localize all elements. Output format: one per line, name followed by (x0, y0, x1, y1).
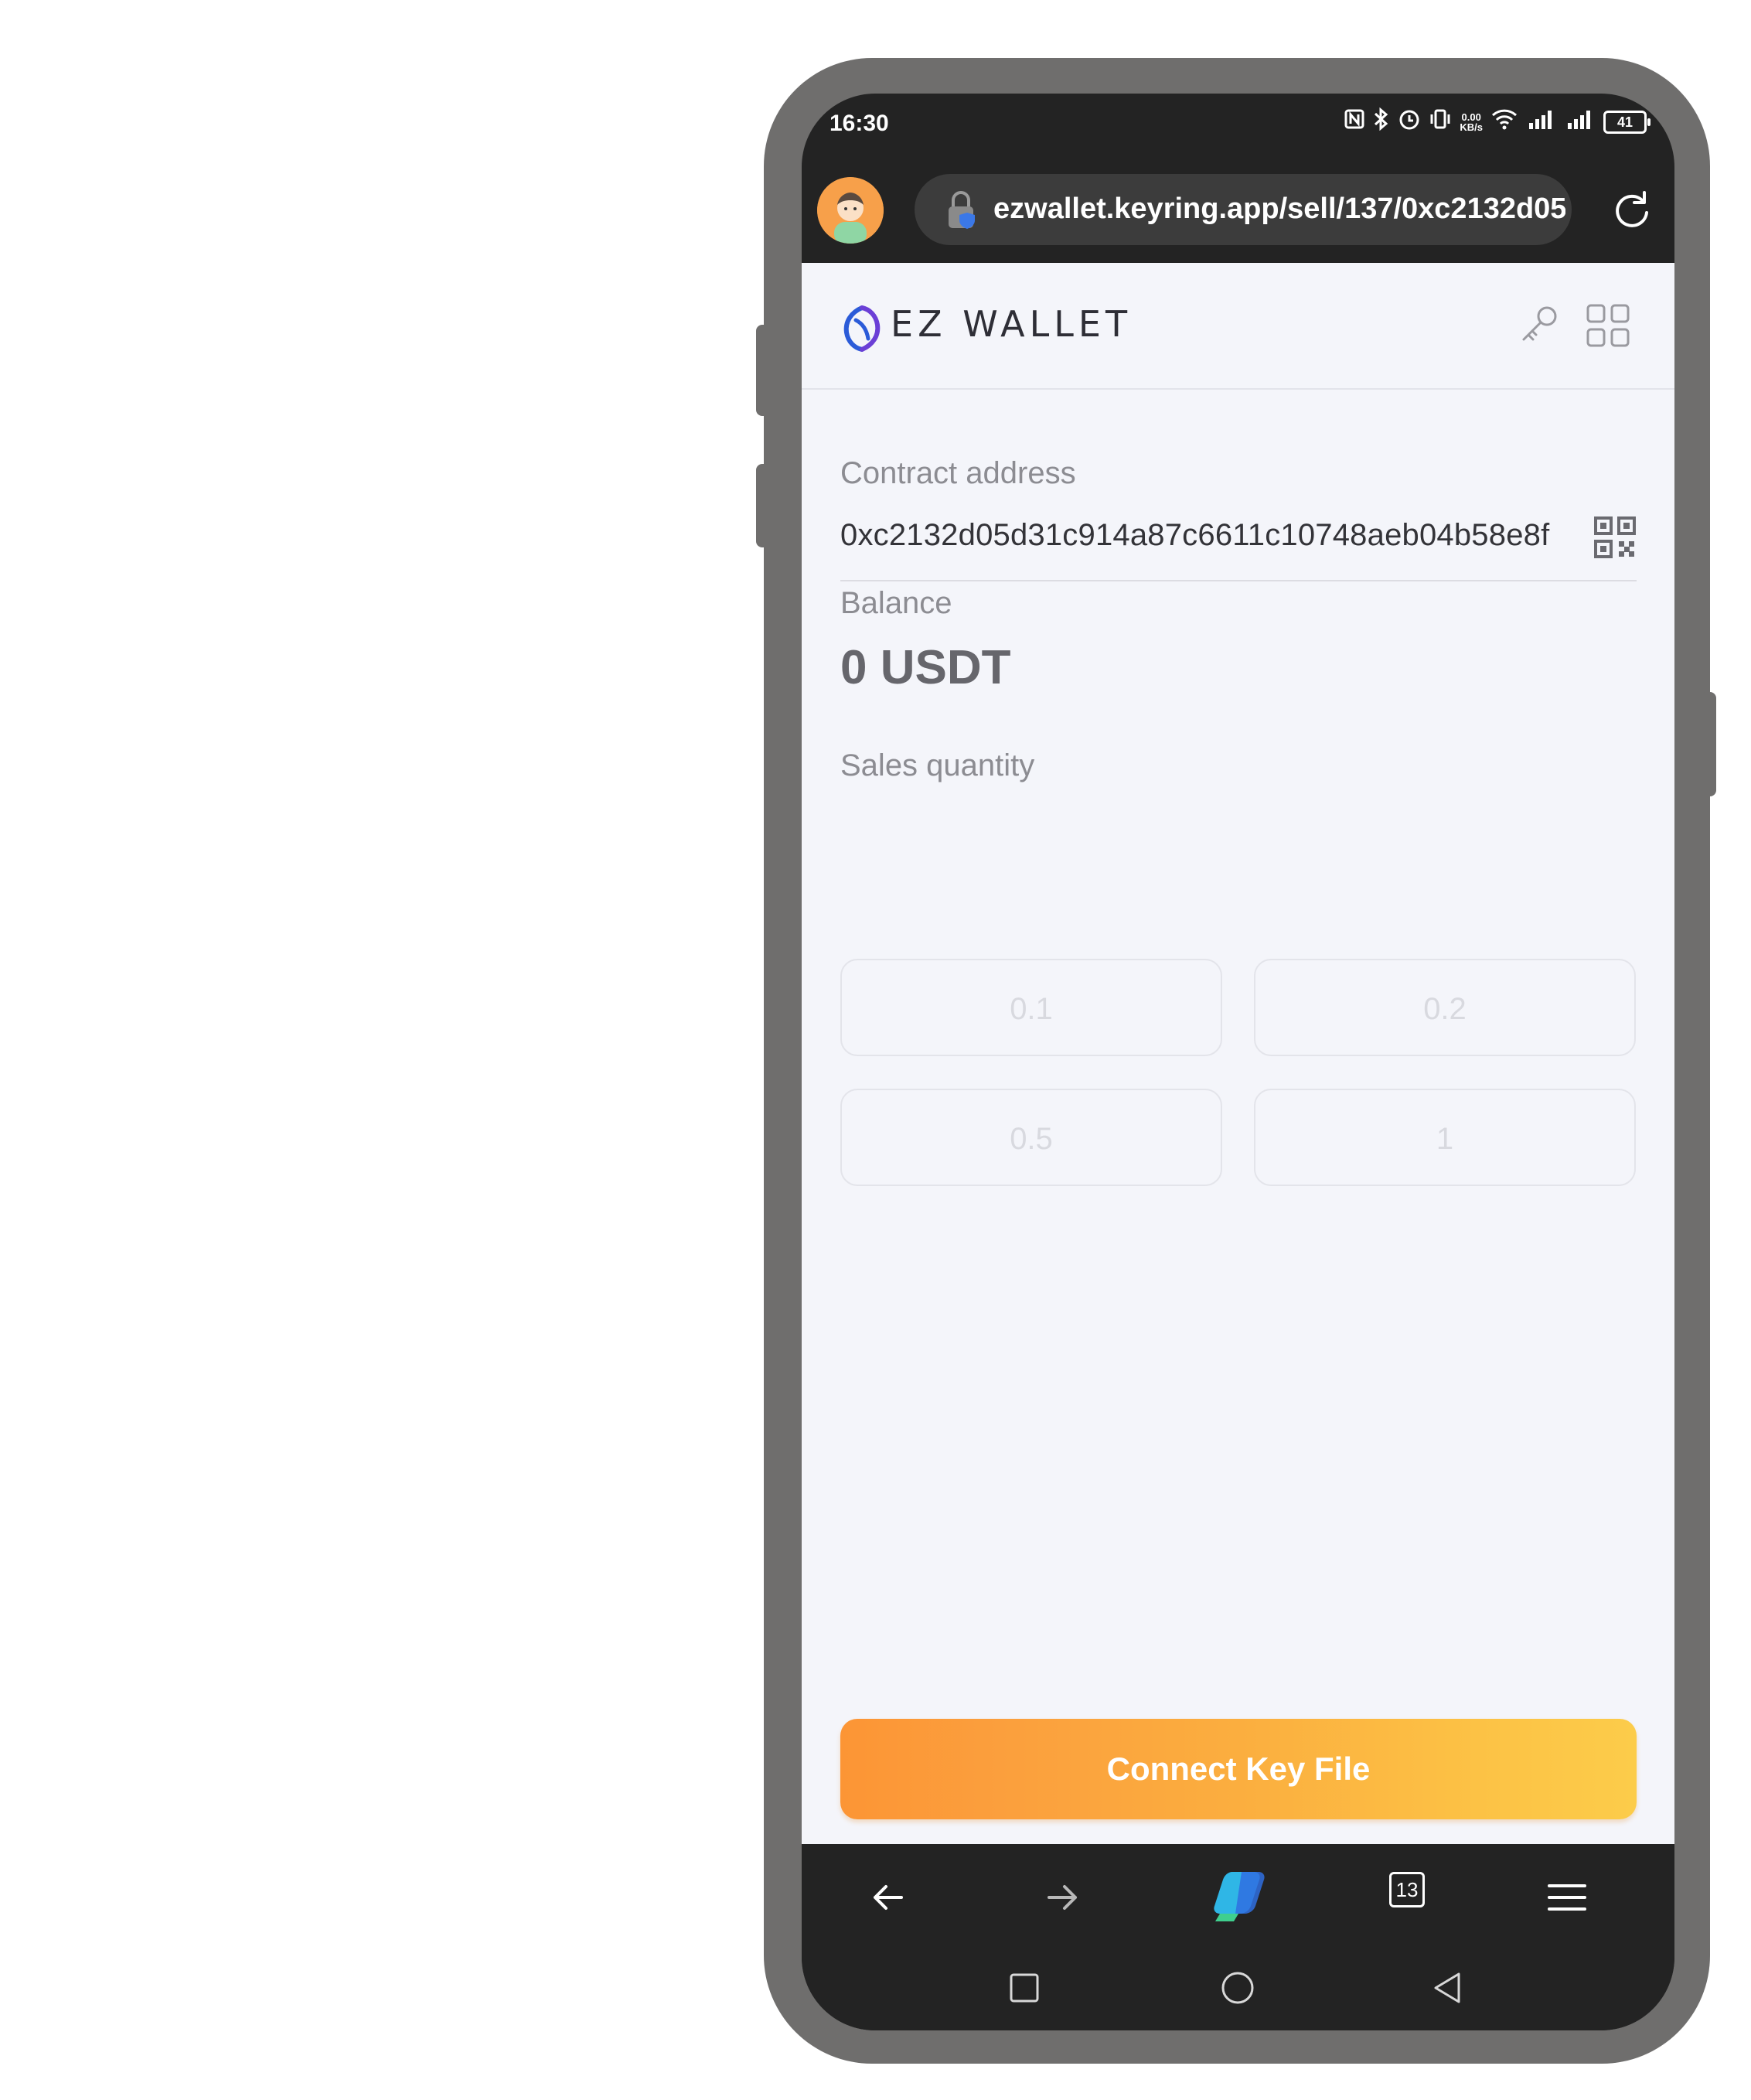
phone-side-button (1701, 692, 1716, 796)
reload-icon[interactable] (1608, 186, 1654, 233)
balance-value: 0 USDT (840, 641, 1011, 694)
battery-icon: 41 (1603, 110, 1651, 134)
url-bar[interactable]: ezwallet.keyring.app/sell/137/0xc2132d05… (915, 174, 1572, 245)
wifi-icon (1490, 107, 1518, 136)
key-icon[interactable] (1518, 303, 1561, 346)
nav-back-icon[interactable] (1429, 1969, 1467, 2006)
back-arrow-icon[interactable] (861, 1870, 915, 1924)
home-icon[interactable] (1219, 1969, 1256, 2006)
nfc-icon (1344, 108, 1365, 135)
web-content: EZ WALLET Contract address 0xc2132d05d31… (802, 263, 1674, 1844)
app-header: EZ WALLET (802, 263, 1674, 390)
phone-screen: 16:30 0.00 KB/s 41 ezwallet.keyring.app/… (802, 94, 1674, 2030)
sales-option-button[interactable]: 0.1 (840, 959, 1222, 1056)
brand-name[interactable]: EZ WALLET (891, 303, 1132, 345)
connect-key-file-button[interactable]: Connect Key File (840, 1719, 1637, 1819)
bluetooth-icon (1373, 107, 1390, 136)
signal-icon (1565, 107, 1596, 136)
profile-avatar[interactable] (817, 177, 884, 244)
alarm-icon (1398, 107, 1421, 136)
net-speed-unit: KB/s (1460, 121, 1483, 133)
status-icons: 0.00 KB/s 41 (1344, 107, 1651, 136)
net-speed: 0.00 KB/s (1460, 112, 1483, 132)
signal-icon (1526, 107, 1557, 136)
sales-option-button[interactable]: 0.2 (1254, 959, 1636, 1056)
hamburger-menu-icon[interactable] (1540, 1870, 1594, 1924)
divider (840, 580, 1637, 581)
net-speed-value: 0.00 (1461, 111, 1481, 123)
qr-code-icon[interactable] (1593, 516, 1637, 559)
contract-address-value: 0xc2132d05d31c914a87c6611c10748aeb04b58e… (840, 518, 1550, 552)
phone-side-button (756, 325, 770, 416)
vibrate-icon (1429, 107, 1452, 136)
sales-quantity-label: Sales quantity (840, 748, 1035, 782)
forward-arrow-icon[interactable] (1035, 1870, 1089, 1924)
balance-label: Balance (840, 586, 952, 620)
browser-toolbar: 13 (802, 1844, 1674, 1952)
android-nav-bar (802, 1952, 1674, 2030)
status-bar: 16:30 0.00 KB/s 41 (802, 94, 1674, 171)
sales-option-button[interactable]: 1 (1254, 1089, 1636, 1186)
grid-icon[interactable] (1586, 303, 1630, 348)
phone-side-button (756, 464, 770, 547)
url-text[interactable]: ezwallet.keyring.app/sell/137/0xc2132d05… (993, 193, 1565, 226)
sales-option-button[interactable]: 0.5 (840, 1089, 1222, 1186)
contract-address-label: Contract address (840, 456, 1076, 490)
recents-icon[interactable] (1007, 1971, 1041, 2005)
tab-count-button[interactable]: 13 (1389, 1872, 1425, 1907)
wallet-logo[interactable] (840, 305, 884, 353)
copilot-icon[interactable] (1209, 1867, 1271, 1926)
lock-icon[interactable] (944, 189, 983, 230)
status-time: 16:30 (830, 111, 889, 136)
